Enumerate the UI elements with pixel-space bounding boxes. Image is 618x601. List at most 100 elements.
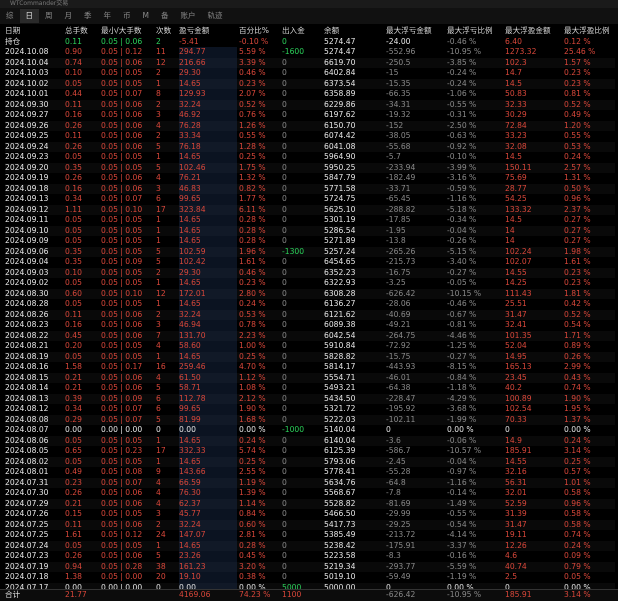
table-row[interactable]: 2024.08.06 0.05 0.05 | 0.05 1 14.65 0.24 % 0 61… [5, 435, 615, 446]
position-cell: 5274.47 [324, 36, 356, 46]
table-cell: -0.55 % [447, 99, 477, 109]
table-row[interactable]: 2024.08.26 0.11 0.05 | 0.06 2 32.24 0.53 % 0 61… [5, 309, 615, 320]
column-header[interactable]: 最大浮亏金额 [386, 26, 446, 37]
table-cell: 0.05 | 0.05 [101, 68, 143, 77]
table-row[interactable]: 2024.09.20 0.35 0.05 | 0.05 5 102.46 1.75 % 0 5… [5, 162, 615, 173]
table-row[interactable]: 2024.08.28 0.05 0.05 | 0.05 1 14.65 0.24 % 0 61… [5, 299, 615, 310]
table-row[interactable]: 2024.09.27 0.16 0.05 | 0.06 3 46.92 0.76 % 0 61… [5, 110, 615, 121]
table-row[interactable]: 2024.08.21 0.20 0.05 | 0.05 4 58.60 1.00 % 0 59… [5, 341, 615, 352]
table-cell: 0.90 [65, 47, 82, 56]
column-header[interactable]: 余额 [324, 26, 384, 37]
table-cell: 129.93 [179, 89, 237, 100]
column-header[interactable]: 百分比% [239, 26, 277, 37]
table-cell: 2.99 % [564, 362, 591, 371]
table-cell: 1.38 [65, 572, 82, 581]
column-header[interactable]: 次数 [156, 26, 176, 37]
table-cell: 2024.08.08 [5, 414, 49, 424]
table-row[interactable]: 2024.08.08 0.29 0.05 | 0.07 5 81.99 1.68 % 0 52… [5, 414, 615, 425]
table-row[interactable]: 2024.09.10 0.05 0.05 | 0.05 1 14.65 0.28 % 0 52… [5, 225, 615, 236]
tab-4[interactable]: 季 [78, 9, 98, 23]
tab-3[interactable]: 月 [59, 9, 79, 23]
column-header[interactable]: 最大浮亏比例 [447, 26, 503, 37]
tab-2[interactable]: 周 [39, 9, 59, 23]
table-row[interactable]: 2024.08.22 0.45 0.05 | 0.06 7 131.70 2.23 % 0 6… [5, 330, 615, 341]
table-row[interactable]: 2024.09.25 0.11 0.05 | 0.06 2 33.34 0.55 % 0 60… [5, 131, 615, 142]
table-row[interactable]: 2024.09.12 1.11 0.05 | 0.10 17 323.84 6.11 % 0… [5, 204, 615, 215]
table-row[interactable]: 2024.07.25 0.11 0.05 | 0.06 2 32.24 0.60 % 0 54… [5, 519, 615, 530]
tab-10[interactable]: 轨迹 [201, 9, 228, 23]
table-cell: 2024.08.12 [5, 404, 49, 413]
table-row[interactable]: 2024.09.13 0.34 0.05 | 0.07 6 99.65 1.77 % 0 57… [5, 194, 615, 205]
tab-5[interactable]: 年 [98, 9, 118, 23]
tab-6[interactable]: 币 [117, 9, 137, 23]
table-row[interactable]: 2024.09.04 0.35 0.05 | 0.09 5 102.42 1.61 % 0 6… [5, 257, 615, 268]
table-cell: -29.99 [386, 509, 411, 518]
table-cell: 0.05 | 0.10 [101, 288, 143, 298]
tab-8[interactable]: 备 [155, 9, 175, 23]
table-cell: 6619.70 [324, 57, 356, 67]
table-row[interactable]: 2024.09.09 0.05 0.05 | 0.05 1 14.65 0.28 % 0 52… [5, 236, 615, 247]
table-cell: 0.05 | 0.07 [101, 194, 143, 203]
table-cell: -1.99 % [447, 414, 477, 424]
table-row[interactable]: 2024.09.02 0.05 0.05 | 0.05 1 14.65 0.23 % 0 63… [5, 278, 615, 289]
table-row[interactable]: 2024.10.02 0.05 0.05 | 0.05 1 14.65 0.23 % 0 63… [5, 78, 615, 89]
table-cell: 3 [156, 183, 161, 193]
tab-0[interactable]: 综 [0, 9, 20, 23]
table-cell: 8 [156, 89, 161, 98]
table-row[interactable]: 2024.08.30 0.60 0.05 | 0.10 12 172.01 2.80 % 0… [5, 288, 615, 299]
table-row[interactable]: 2024.09.24 0.26 0.05 | 0.06 5 76.18 1.28 % 0 60… [5, 141, 615, 152]
table-cell: -10.57 % [447, 446, 482, 455]
table-row[interactable]: 2024.09.30 0.11 0.05 | 0.06 2 32.24 0.52 % 0 62… [5, 99, 615, 110]
table-cell: -13.8 [386, 236, 406, 245]
table-cell: 0.05 [65, 225, 82, 235]
table-row[interactable]: 2024.07.29 0.21 0.05 | 0.06 4 62.37 1.14 % 0 55… [5, 498, 615, 509]
table-row[interactable]: 2024.08.19 0.05 0.05 | 0.05 1 14.65 0.25 % 0 58… [5, 351, 615, 362]
table-row[interactable]: 2024.07.31 0.23 0.05 | 0.07 4 66.59 1.19 % 0 56… [5, 477, 615, 488]
column-header[interactable]: 最大浮盈金额 [505, 26, 563, 37]
table-row[interactable]: 2024.08.01 0.49 0.05 | 0.08 9 143.66 2.55 % 0 5… [5, 467, 615, 478]
table-cell: -1000 [282, 425, 305, 434]
table-row[interactable]: 2024.08.23 0.16 0.05 | 0.06 3 46.94 0.78 % 0 60… [5, 320, 615, 331]
table-row[interactable]: 2024.07.30 0.26 0.05 | 0.06 4 76.30 1.39 % 0 55… [5, 488, 615, 499]
table-row[interactable]: 2024.08.05 0.65 0.05 | 0.23 17 332.33 5.74 % 0… [5, 446, 615, 457]
table-cell: 0.05 | 0.06 [101, 57, 143, 67]
position-cell: -0.10 % [239, 36, 269, 46]
tab-1[interactable]: 日 [19, 9, 39, 23]
table-row[interactable]: 2024.09.06 0.35 0.05 | 0.05 5 102.59 1.96 % -1… [5, 246, 615, 257]
table-row[interactable]: 2024.07.18 1.38 0.05 | 0.00 20 19.10 0.38 % 0 5… [5, 572, 615, 583]
table-row[interactable]: 2024.08.14 0.21 0.05 | 0.06 5 58.71 1.08 % 0 54… [5, 383, 615, 394]
table-row[interactable]: 2024.07.19 0.94 0.05 | 0.28 38 161.23 3.20 % 0… [5, 561, 615, 572]
column-header[interactable]: 最大浮盈比例 [564, 26, 616, 37]
table-row[interactable]: 2024.09.23 0.05 0.05 | 0.05 1 14.65 0.25 % 0 59… [5, 152, 615, 163]
table-row[interactable]: 2024.10.01 0.44 0.05 | 0.07 8 129.93 2.07 % 0 6… [5, 89, 615, 100]
table-row[interactable]: 2024.10.08 0.90 0.05 | 0.12 11 294.77 5.59 % -… [5, 47, 615, 58]
tab-9[interactable]: 账户 [174, 9, 201, 23]
table-row[interactable]: 2024.08.12 0.34 0.05 | 0.07 6 99.65 1.90 % 0 53… [5, 404, 615, 415]
column-header[interactable]: 盈亏金额 [179, 26, 237, 37]
table-row[interactable]: 2024.07.24 0.05 0.05 | 0.05 1 14.65 0.28 % 0 52… [5, 540, 615, 551]
table-row[interactable]: 2024.08.16 1.58 0.05 | 0.17 16 259.46 4.70 % 0… [5, 362, 615, 373]
table-row[interactable]: 2024.10.03 0.10 0.05 | 0.05 2 29.30 0.46 % 0 64… [5, 68, 615, 79]
table-cell: -0.24 % [447, 68, 477, 77]
table-cell: 2024.08.22 [5, 330, 49, 340]
table-row[interactable]: 2024.07.23 0.26 0.05 | 0.06 5 23.26 0.45 % 0 52… [5, 551, 615, 562]
table-row[interactable]: 2024.08.07 0.00 0.00 | 0.00 0 0.00 0.00 % -100… [5, 425, 615, 436]
table-row[interactable]: 2024.08.13 0.39 0.05 | 0.09 6 112.78 2.12 % 0 5… [5, 393, 615, 404]
table-row[interactable]: 2024.09.18 0.16 0.05 | 0.06 3 46.83 0.82 % 0 57… [5, 183, 615, 194]
table-row[interactable]: 2024.07.26 0.15 0.05 | 0.05 3 45.77 0.84 % 0 54… [5, 509, 615, 520]
column-header[interactable]: 最小/大手数 [101, 26, 155, 37]
table-row[interactable]: 2024.09.19 0.26 0.05 | 0.06 4 76.21 1.32 % 0 58… [5, 173, 615, 184]
column-header[interactable]: 出入金 [282, 26, 320, 37]
table-row[interactable]: 2024.09.03 0.10 0.05 | 0.05 2 29.30 0.46 % 0 63… [5, 267, 615, 278]
table-row[interactable]: 2024.08.15 0.21 0.05 | 0.06 4 61.50 1.12 % 0 55… [5, 372, 615, 383]
table-row[interactable]: 2024.09.26 0.26 0.05 | 0.06 4 76.28 1.26 % 0 61… [5, 120, 615, 131]
column-header[interactable]: 总手数 [65, 26, 99, 37]
table-row[interactable]: 2024.07.25 1.61 0.05 | 0.12 24 147.07 2.81 % 0… [5, 530, 615, 541]
table-cell: 3.20 % [239, 561, 266, 571]
column-header[interactable]: 日期 [5, 26, 63, 37]
table-row[interactable]: 2024.08.02 0.05 0.05 | 0.05 1 14.65 0.25 % 0 57… [5, 456, 615, 467]
table-row[interactable]: 2024.09.11 0.05 0.05 | 0.05 1 14.65 0.28 % 0 53… [5, 215, 615, 226]
table-cell: 323.84 [179, 204, 237, 215]
table-row[interactable]: 2024.10.04 0.74 0.05 | 0.06 12 216.66 3.39 % 0… [5, 57, 615, 68]
tab-7[interactable]: M [137, 9, 155, 23]
